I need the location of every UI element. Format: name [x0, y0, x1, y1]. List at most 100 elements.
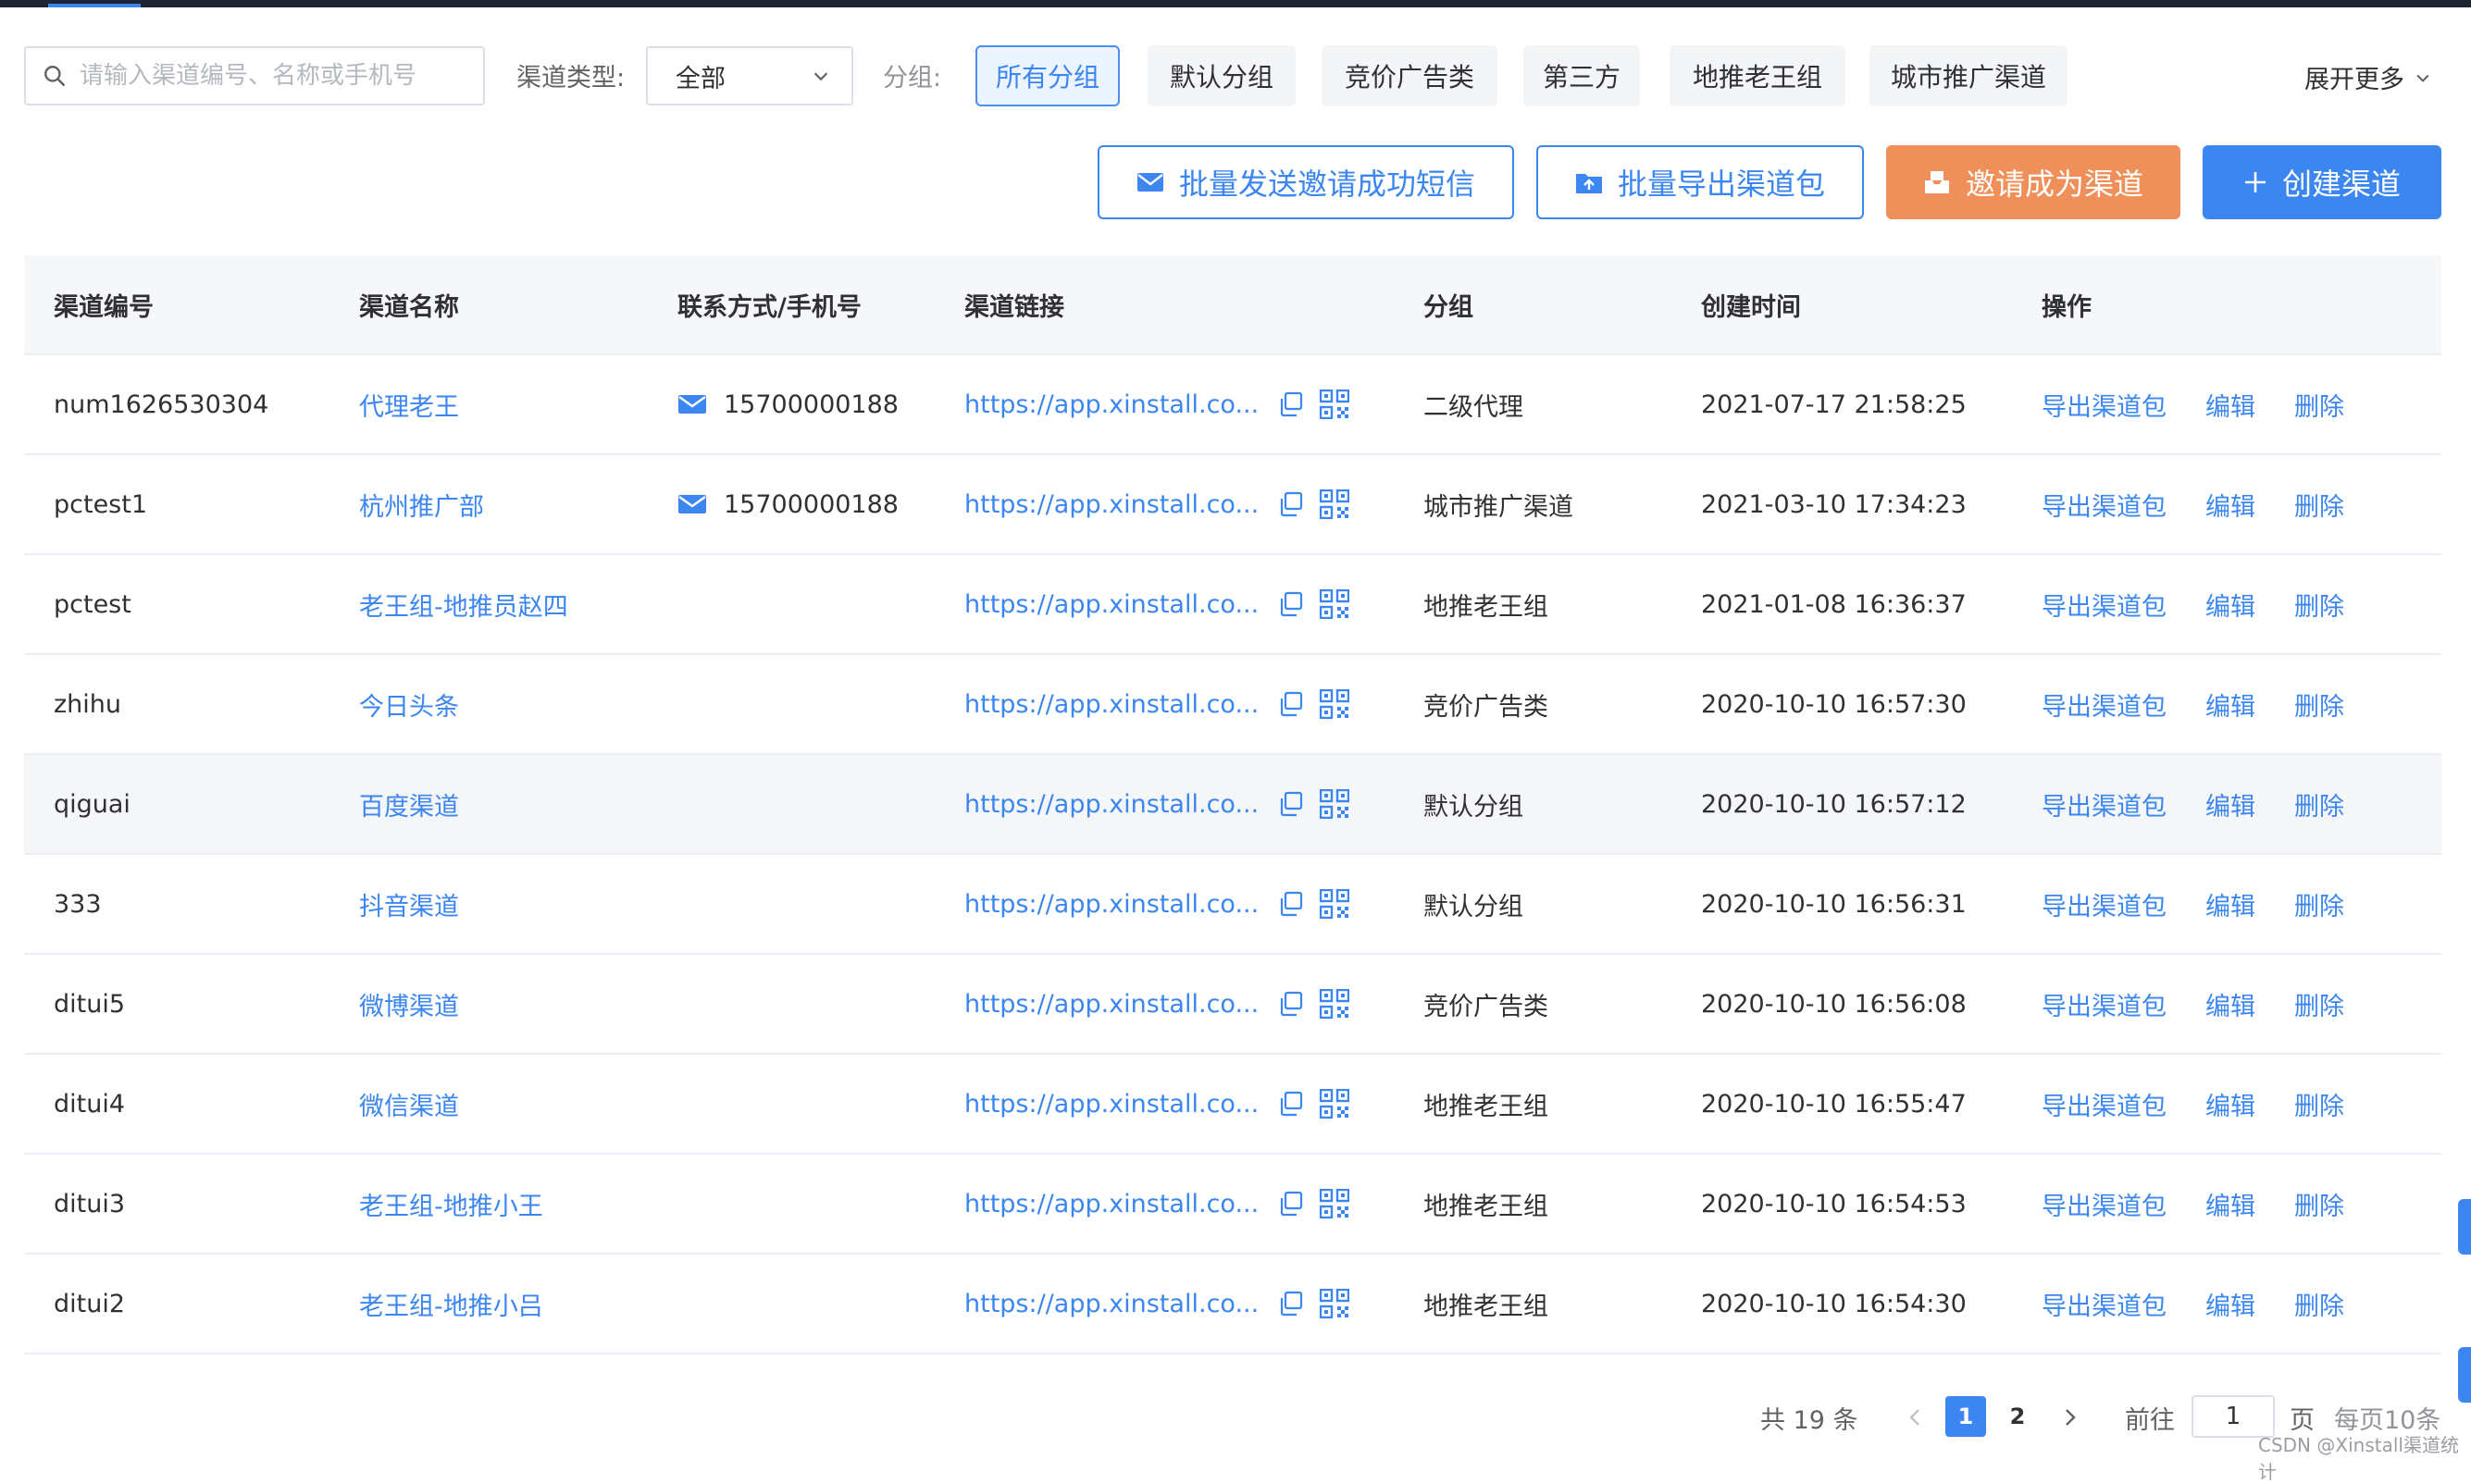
delete-link[interactable]: 删除 — [2294, 1286, 2344, 1322]
group-chip-third-party[interactable]: 第三方 — [1523, 45, 1640, 106]
contact-cell: 15700000188 — [677, 355, 899, 453]
copy-icon[interactable] — [1277, 890, 1305, 918]
channel-link[interactable]: https://app.xinstall.co... — [964, 1255, 1259, 1353]
channel-name-link[interactable]: 老王组-地推员赵四 — [359, 555, 568, 653]
delete-link[interactable]: 删除 — [2294, 786, 2344, 822]
page-2-button[interactable]: 2 — [1997, 1396, 2038, 1437]
watermark: CSDN @Xinstall渠道统计 — [2258, 1434, 2459, 1483]
channel-link[interactable]: https://app.xinstall.co... — [964, 955, 1259, 1053]
delete-link[interactable]: 删除 — [2294, 1186, 2344, 1222]
channel-name-link[interactable]: 抖音渠道 — [359, 855, 459, 953]
export-package-link[interactable]: 导出渠道包 — [2042, 1086, 2167, 1122]
export-package-link[interactable]: 导出渠道包 — [2042, 686, 2167, 723]
page-1-button[interactable]: 1 — [1945, 1396, 1986, 1437]
edit-link[interactable]: 编辑 — [2205, 886, 2255, 922]
export-package-link[interactable]: 导出渠道包 — [2042, 487, 2167, 523]
expand-more-toggle[interactable]: 展开更多 — [2304, 59, 2432, 95]
batch-export-button[interactable]: 批量导出渠道包 — [1536, 145, 1864, 219]
row-actions: 导出渠道包 编辑 删除 — [2042, 755, 2344, 853]
channel-name-link[interactable]: 老王组-地推小王 — [359, 1155, 543, 1253]
qr-code-icon[interactable] — [1320, 1089, 1349, 1119]
copy-icon[interactable] — [1277, 390, 1305, 418]
delete-link[interactable]: 删除 — [2294, 387, 2344, 423]
row-actions: 导出渠道包 编辑 删除 — [2042, 1155, 2344, 1253]
channel-link[interactable]: https://app.xinstall.co... — [964, 655, 1259, 753]
export-package-link[interactable]: 导出渠道包 — [2042, 387, 2167, 423]
create-channel-button[interactable]: 创建渠道 — [2203, 145, 2441, 219]
delete-link[interactable]: 删除 — [2294, 686, 2344, 723]
copy-icon[interactable] — [1277, 590, 1305, 618]
channel-name-link[interactable]: 今日头条 — [359, 655, 459, 753]
edit-link[interactable]: 编辑 — [2205, 786, 2255, 822]
invite-channel-button[interactable]: 邀请成为渠道 — [1886, 145, 2180, 219]
channel-link[interactable]: https://app.xinstall.co... — [964, 755, 1259, 853]
side-collapse-tab[interactable] — [2458, 1347, 2471, 1403]
edit-link[interactable]: 编辑 — [2205, 1186, 2255, 1222]
edit-link[interactable]: 编辑 — [2205, 1286, 2255, 1322]
channel-id: ditui4 — [54, 1089, 126, 1119]
row-actions: 导出渠道包 编辑 删除 — [2042, 855, 2344, 953]
edit-link[interactable]: 编辑 — [2205, 686, 2255, 723]
delete-link[interactable]: 删除 — [2294, 1086, 2344, 1122]
next-page-button[interactable] — [2060, 1397, 2079, 1438]
search-box[interactable] — [24, 46, 485, 105]
channel-link[interactable]: https://app.xinstall.co... — [964, 455, 1259, 553]
batch-send-sms-button[interactable]: 批量发送邀请成功短信 — [1098, 145, 1514, 219]
qr-code-icon[interactable] — [1320, 889, 1349, 919]
channel-name-link[interactable]: 微信渠道 — [359, 1055, 459, 1153]
link-tools — [1277, 1055, 1349, 1153]
copy-icon[interactable] — [1277, 1090, 1305, 1118]
delete-link[interactable]: 删除 — [2294, 587, 2344, 623]
channel-link[interactable]: https://app.xinstall.co... — [964, 855, 1259, 953]
channel-name-link[interactable]: 百度渠道 — [359, 755, 459, 853]
export-package-link[interactable]: 导出渠道包 — [2042, 587, 2167, 623]
channel-name-link[interactable]: 代理老王 — [359, 355, 459, 453]
channel-link[interactable]: https://app.xinstall.co... — [964, 555, 1259, 653]
edit-link[interactable]: 编辑 — [2205, 487, 2255, 523]
qr-code-icon[interactable] — [1320, 489, 1349, 519]
created-time: 2020-10-10 16:56:08 — [1701, 989, 1967, 1019]
channel-link[interactable]: https://app.xinstall.co... — [964, 1155, 1259, 1253]
side-collapse-tab[interactable] — [2458, 1199, 2471, 1255]
copy-icon[interactable] — [1277, 1190, 1305, 1218]
delete-link[interactable]: 删除 — [2294, 986, 2344, 1022]
edit-link[interactable]: 编辑 — [2205, 587, 2255, 623]
copy-icon[interactable] — [1277, 490, 1305, 518]
edit-link[interactable]: 编辑 — [2205, 387, 2255, 423]
qr-code-icon[interactable] — [1320, 1289, 1349, 1318]
table-row: num1626530304 代理老王 15700000188 https://app.… — [24, 355, 2441, 455]
group-chip-all[interactable]: 所有分组 — [975, 45, 1120, 106]
export-package-link[interactable]: 导出渠道包 — [2042, 986, 2167, 1022]
qr-code-icon[interactable] — [1320, 589, 1349, 619]
copy-icon[interactable] — [1277, 990, 1305, 1018]
channel-link[interactable]: https://app.xinstall.co... — [964, 1055, 1259, 1153]
qr-code-icon[interactable] — [1320, 1189, 1349, 1218]
group-chip-default[interactable]: 默认分组 — [1148, 45, 1296, 106]
group-chip-bidding-ads[interactable]: 竞价广告类 — [1322, 45, 1497, 106]
search-input[interactable] — [78, 61, 470, 91]
delete-link[interactable]: 删除 — [2294, 886, 2344, 922]
copy-icon[interactable] — [1277, 1290, 1305, 1317]
edit-link[interactable]: 编辑 — [2205, 1086, 2255, 1122]
export-package-link[interactable]: 导出渠道包 — [2042, 1186, 2167, 1222]
channel-name-link[interactable]: 老王组-地推小吕 — [359, 1255, 543, 1353]
group-chip-ground-wang[interactable]: 地推老王组 — [1670, 45, 1845, 106]
export-package-link[interactable]: 导出渠道包 — [2042, 886, 2167, 922]
copy-icon[interactable] — [1277, 690, 1305, 718]
group-chip-city-promo[interactable]: 城市推广渠道 — [1869, 45, 2067, 106]
export-package-link[interactable]: 导出渠道包 — [2042, 786, 2167, 822]
delete-link[interactable]: 删除 — [2294, 487, 2344, 523]
channel-type-select[interactable]: 全部 — [646, 46, 853, 105]
link-tools — [1277, 855, 1349, 953]
copy-icon[interactable] — [1277, 790, 1305, 818]
edit-link[interactable]: 编辑 — [2205, 986, 2255, 1022]
channel-name-link[interactable]: 微博渠道 — [359, 955, 459, 1053]
channel-name-link[interactable]: 杭州推广部 — [359, 455, 484, 553]
channel-link[interactable]: https://app.xinstall.co... — [964, 355, 1259, 453]
qr-code-icon[interactable] — [1320, 390, 1349, 419]
qr-code-icon[interactable] — [1320, 989, 1349, 1019]
qr-code-icon[interactable] — [1320, 789, 1349, 819]
qr-code-icon[interactable] — [1320, 689, 1349, 719]
prev-page-button[interactable] — [1906, 1397, 1925, 1438]
export-package-link[interactable]: 导出渠道包 — [2042, 1286, 2167, 1322]
